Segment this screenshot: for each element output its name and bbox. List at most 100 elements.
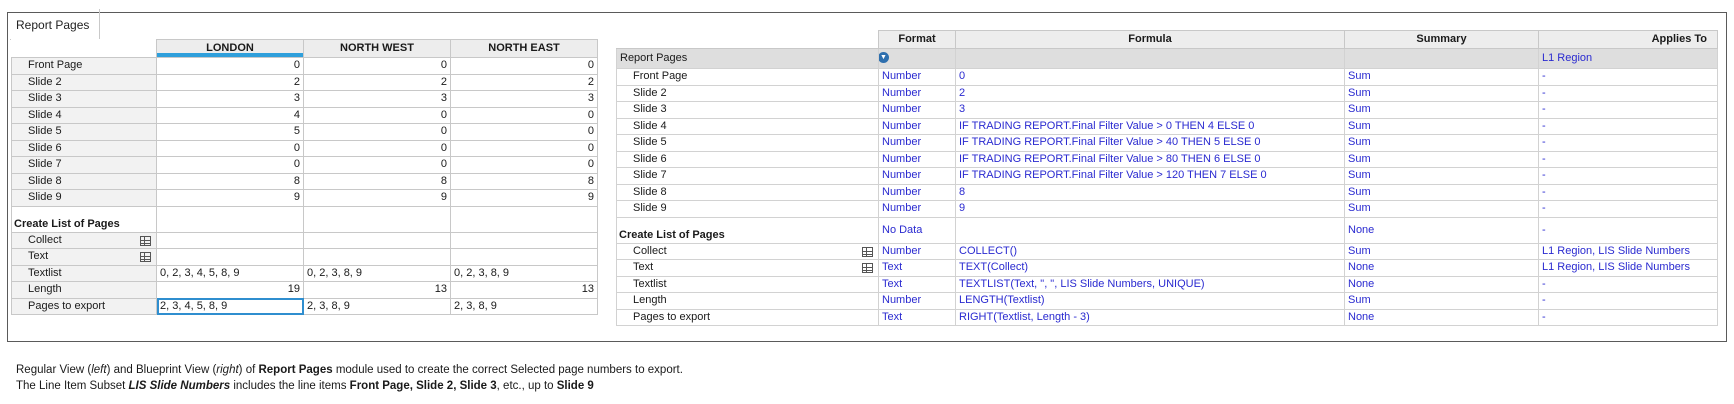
summary-cell[interactable]: None: [1344, 275, 1539, 293]
format-cell[interactable]: No Data: [878, 216, 956, 244]
applies-cell[interactable]: L1 Region, LIS Slide Numbers: [1538, 259, 1718, 277]
applies-cell[interactable]: -: [1538, 68, 1718, 86]
data-cell[interactable]: 0: [450, 106, 598, 124]
summary-cell[interactable]: Sum: [1344, 84, 1539, 102]
formula-cell[interactable]: IF TRADING REPORT.Final Filter Value > 0…: [955, 117, 1345, 135]
summary-cell[interactable]: Sum: [1344, 117, 1539, 135]
summary-cell[interactable]: None: [1344, 216, 1539, 244]
data-cell[interactable]: 8: [156, 172, 304, 190]
tab-report-pages[interactable]: Report Pages: [10, 9, 100, 39]
applies-cell[interactable]: -: [1538, 275, 1718, 293]
applies-cell[interactable]: -: [1538, 183, 1718, 201]
applies-cell[interactable]: -: [1538, 117, 1718, 135]
grid-icon[interactable]: [140, 235, 151, 246]
format-cell[interactable]: Number: [878, 242, 956, 260]
formula-cell[interactable]: IF TRADING REPORT.Final Filter Value > 1…: [955, 167, 1345, 185]
formula-cell[interactable]: IF TRADING REPORT.Final Filter Value > 4…: [955, 134, 1345, 152]
summary-cell[interactable]: None: [1344, 259, 1539, 277]
data-cell[interactable]: 2: [156, 73, 304, 91]
data-cell[interactable]: 2: [450, 73, 598, 91]
grid-icon[interactable]: [862, 263, 873, 274]
summary-cell[interactable]: Sum: [1344, 292, 1539, 310]
data-cell[interactable]: 13: [450, 281, 598, 299]
data-cell[interactable]: [156, 231, 304, 249]
applies-cell[interactable]: -: [1538, 84, 1718, 102]
formula-cell[interactable]: TEXTLIST(Text, ", ", LIS Slide Numbers, …: [955, 275, 1345, 293]
data-cell[interactable]: [156, 248, 304, 266]
data-cell[interactable]: 9: [156, 189, 304, 207]
format-cell[interactable]: Number: [878, 117, 956, 135]
data-cell[interactable]: [450, 231, 598, 249]
formula-cell[interactable]: 3: [955, 101, 1345, 119]
data-cell[interactable]: 2: [303, 73, 451, 91]
applies-cell[interactable]: -: [1538, 308, 1718, 326]
format-cell[interactable]: Number: [878, 101, 956, 119]
format-cell[interactable]: Number: [878, 183, 956, 201]
format-cell[interactable]: Number: [878, 292, 956, 310]
data-cell[interactable]: 0: [303, 106, 451, 124]
data-cell[interactable]: 5: [156, 123, 304, 141]
data-cell[interactable]: 3: [156, 90, 304, 108]
data-cell[interactable]: 0: [303, 57, 451, 75]
data-cell[interactable]: 4: [156, 106, 304, 124]
formula-cell[interactable]: 9: [955, 200, 1345, 218]
applies-cell[interactable]: -: [1538, 134, 1718, 152]
data-cell[interactable]: 0: [450, 123, 598, 141]
formula-cell[interactable]: 8: [955, 183, 1345, 201]
applies-cell[interactable]: -: [1538, 292, 1718, 310]
data-cell[interactable]: 3: [450, 90, 598, 108]
format-cell[interactable]: Text: [878, 275, 956, 293]
summary-cell[interactable]: Sum: [1344, 134, 1539, 152]
column-header-north-west[interactable]: NORTH WEST: [303, 39, 451, 58]
data-cell[interactable]: 0, 2, 3, 4, 5, 8, 9: [156, 264, 304, 282]
data-cell[interactable]: 19: [156, 281, 304, 299]
format-cell[interactable]: Number: [878, 84, 956, 102]
data-cell[interactable]: 13: [303, 281, 451, 299]
data-cell[interactable]: 0: [303, 139, 451, 157]
format-cell[interactable]: Number: [878, 150, 956, 168]
summary-cell[interactable]: Sum: [1344, 183, 1539, 201]
formula-cell[interactable]: TEXT(Collect): [955, 259, 1345, 277]
data-cell[interactable]: [303, 248, 451, 266]
data-cell[interactable]: 2, 3, 8, 9: [450, 297, 598, 315]
applies-cell[interactable]: -: [1538, 216, 1718, 244]
column-header-north-east[interactable]: NORTH EAST: [450, 39, 598, 58]
data-cell[interactable]: 0: [303, 156, 451, 174]
summary-cell[interactable]: Sum: [1344, 68, 1539, 86]
formula-cell[interactable]: COLLECT(): [955, 242, 1345, 260]
summary-cell[interactable]: Sum: [1344, 242, 1539, 260]
column-header-format[interactable]: Format: [878, 30, 956, 49]
summary-cell[interactable]: Sum: [1344, 101, 1539, 119]
formula-cell[interactable]: 2: [955, 84, 1345, 102]
summary-cell[interactable]: None: [1344, 308, 1539, 326]
data-cell[interactable]: 0: [303, 123, 451, 141]
data-cell[interactable]: 0: [156, 57, 304, 75]
summary-cell[interactable]: Sum: [1344, 150, 1539, 168]
module-applies-cell[interactable]: L1 Region: [1538, 48, 1718, 69]
formula-cell[interactable]: LENGTH(Textlist): [955, 292, 1345, 310]
data-cell[interactable]: 0: [450, 139, 598, 157]
applies-cell[interactable]: -: [1538, 200, 1718, 218]
format-cell[interactable]: Text: [878, 308, 956, 326]
data-cell[interactable]: [303, 231, 451, 249]
column-header-london[interactable]: LONDON: [156, 39, 304, 58]
data-cell[interactable]: 0: [450, 57, 598, 75]
data-cell[interactable]: [450, 248, 598, 266]
data-cell[interactable]: 2, 3, 4, 5, 8, 9: [156, 297, 304, 315]
grid-icon[interactable]: [140, 252, 151, 263]
data-cell[interactable]: 9: [303, 189, 451, 207]
applies-cell[interactable]: -: [1538, 101, 1718, 119]
data-cell[interactable]: 8: [450, 172, 598, 190]
data-cell[interactable]: 0, 2, 3, 8, 9: [450, 264, 598, 282]
format-cell[interactable]: Number: [878, 134, 956, 152]
formula-cell[interactable]: IF TRADING REPORT.Final Filter Value > 8…: [955, 150, 1345, 168]
chevron-down-icon[interactable]: ▼: [879, 52, 889, 63]
data-cell[interactable]: 0: [156, 156, 304, 174]
format-cell[interactable]: Number: [878, 200, 956, 218]
data-cell[interactable]: 2, 3, 8, 9: [303, 297, 451, 315]
data-cell[interactable]: 0: [450, 156, 598, 174]
column-header-summary[interactable]: Summary: [1344, 30, 1539, 49]
format-cell[interactable]: Text: [878, 259, 956, 277]
grid-icon[interactable]: [862, 246, 873, 257]
formula-cell[interactable]: [955, 216, 1345, 244]
